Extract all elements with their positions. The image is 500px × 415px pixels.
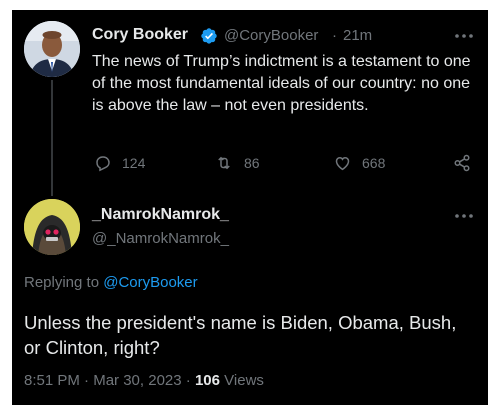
more-options-icon[interactable] <box>453 32 475 40</box>
meta-dot: · <box>185 372 191 389</box>
avatar-namrok[interactable] <box>24 199 80 255</box>
replying-to-line: Replying to @CoryBooker <box>24 274 198 291</box>
like-button[interactable]: 668 <box>333 154 385 172</box>
author-handle[interactable]: @CoryBooker <box>224 27 318 44</box>
views-count: 106 <box>194 372 220 389</box>
reply-date[interactable]: Mar 30, 2023 <box>93 372 181 389</box>
handle-separator: · <box>332 27 337 44</box>
more-options-icon[interactable] <box>453 212 475 220</box>
verified-badge-icon <box>201 28 217 44</box>
replying-to-mention[interactable]: @CoryBooker <box>103 274 197 291</box>
replying-to-prefix: Replying to <box>24 274 100 291</box>
reply-author-handle[interactable]: @_NamrokNamrok_ <box>92 230 229 247</box>
like-count: 668 <box>362 155 386 171</box>
retweet-count: 86 <box>244 155 260 171</box>
meta-dot: · <box>84 372 90 389</box>
share-icon <box>454 154 470 172</box>
reply-icon <box>96 156 110 172</box>
reply-time[interactable]: 8:51 PM <box>24 372 80 389</box>
reply-author-display-name[interactable]: _NamrokNamrok_ <box>92 206 229 224</box>
reply-tweet-text: Unless the president's name is Biden, Ob… <box>24 312 457 358</box>
retweet-icon <box>218 156 230 170</box>
share-button[interactable] <box>453 154 471 172</box>
like-icon <box>335 156 350 171</box>
tweet-time-ago[interactable]: 21m <box>343 27 372 44</box>
original-tweet-text: The news of Trump’s indictment is a test… <box>92 53 471 114</box>
reply-meta: 8:51 PM · Mar 30, 2023 · 106 Views <box>24 372 264 389</box>
views-label: Views <box>224 372 264 389</box>
retweet-button[interactable]: 86 <box>214 154 260 172</box>
reply-button[interactable]: 124 <box>94 154 145 172</box>
tweet-thread-card: Cory Booker @CoryBooker · 21m The news o… <box>12 10 488 405</box>
thread-connector-line <box>51 80 53 196</box>
author-display-name[interactable]: Cory Booker <box>92 26 188 44</box>
avatar-cory-booker[interactable] <box>24 21 80 77</box>
reply-count: 124 <box>122 155 146 171</box>
